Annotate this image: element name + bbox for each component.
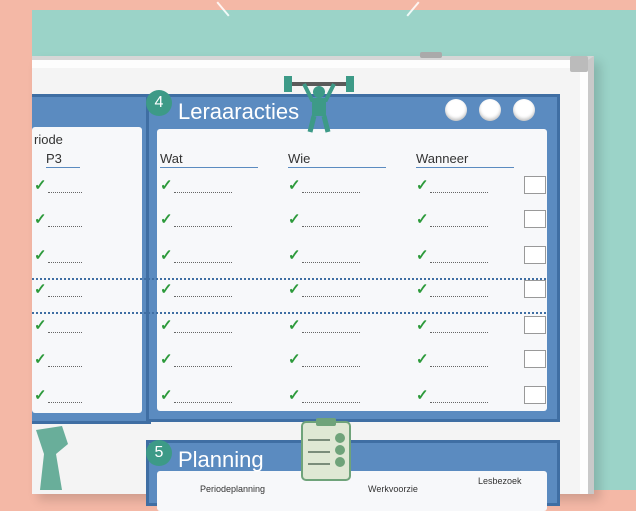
entry-line [48,192,82,193]
panel5-col-periodeplanning: Periodeplanning [200,484,266,494]
entry-line [430,262,488,263]
check-mark: ✓ [288,351,301,368]
check-mark: ✓ [160,247,173,264]
board-corner [570,56,588,72]
check-mark: ✓ [416,351,429,368]
magnet-dot [513,99,535,121]
check-mark: ✓ [34,281,47,298]
entry-line [430,332,488,333]
check-mark: ✓ [288,177,301,194]
figure-icon [36,426,68,490]
check-mark: ✓ [34,247,47,264]
panel-left-body [32,127,142,413]
entry-line [174,226,232,227]
entry-line [302,296,360,297]
check-mark: ✓ [34,317,47,334]
entry-line [302,192,360,193]
check-mark: ✓ [160,317,173,334]
dotted-separator [32,312,546,314]
check-mark: ✓ [416,387,429,404]
board-clip [420,52,442,58]
entry-line [302,262,360,263]
entry-line [174,402,232,403]
entry-line [48,262,82,263]
check-mark: ✓ [34,387,47,404]
panel5-number-badge: 5 [146,440,172,466]
checkbox[interactable] [524,176,546,194]
panel-left-column: P3 [46,151,80,168]
check-mark: ✓ [160,351,173,368]
magnet-dot [479,99,501,121]
check-mark: ✓ [34,211,47,228]
entry-line [48,226,82,227]
panel5-title: Planning [178,447,264,472]
panel4-column-wie: Wie [288,151,386,168]
clipboard-checklist-icon [301,418,351,481]
entry-line [430,366,488,367]
check-mark: ✓ [416,211,429,228]
entry-line [430,296,488,297]
check-mark: ✓ [160,387,173,404]
entry-line [430,226,488,227]
panel-leraaracties-body [157,129,547,411]
checkbox[interactable] [524,246,546,264]
checkbox[interactable] [524,386,546,404]
entry-line [174,366,232,367]
entry-line [48,332,82,333]
entry-line [174,262,232,263]
entry-line [174,332,232,333]
entry-line [430,192,488,193]
entry-line [302,332,360,333]
check-mark: ✓ [34,351,47,368]
weightlifter-icon [284,76,354,133]
checkbox[interactable] [524,350,546,368]
panel4-title: Leraaracties [178,99,300,124]
check-mark: ✓ [160,211,173,228]
check-mark: ✓ [416,317,429,334]
panel5-col-werkvoorzie: Werkvoorzie [368,484,418,494]
checkbox[interactable] [524,210,546,228]
panel-left-subtitle: riode [34,132,63,147]
check-mark: ✓ [34,177,47,194]
checkbox[interactable] [524,316,546,334]
check-mark: ✓ [288,317,301,334]
entry-line [302,226,360,227]
entry-line [48,296,82,297]
check-mark: ✓ [160,177,173,194]
entry-line [174,296,232,297]
dotted-separator [32,278,546,280]
panel-leraaracties [146,94,560,422]
panel4-column-wat: Wat [160,151,258,168]
entry-line [48,366,82,367]
checkbox[interactable] [524,280,546,298]
check-mark: ✓ [416,177,429,194]
panel4-column-wanneer: Wanneer [416,151,514,168]
entry-line [302,402,360,403]
panel4-number-badge: 4 [146,90,172,116]
check-mark: ✓ [288,211,301,228]
panel5-col-lesbezoek: Lesbezoek [478,476,522,486]
check-mark: ✓ [288,281,301,298]
entry-line [174,192,232,193]
check-mark: ✓ [288,387,301,404]
check-mark: ✓ [416,247,429,264]
entry-line [48,402,82,403]
check-mark: ✓ [288,247,301,264]
magnet-dot [445,99,467,121]
check-mark: ✓ [416,281,429,298]
entry-line [430,402,488,403]
check-mark: ✓ [160,281,173,298]
entry-line [302,366,360,367]
